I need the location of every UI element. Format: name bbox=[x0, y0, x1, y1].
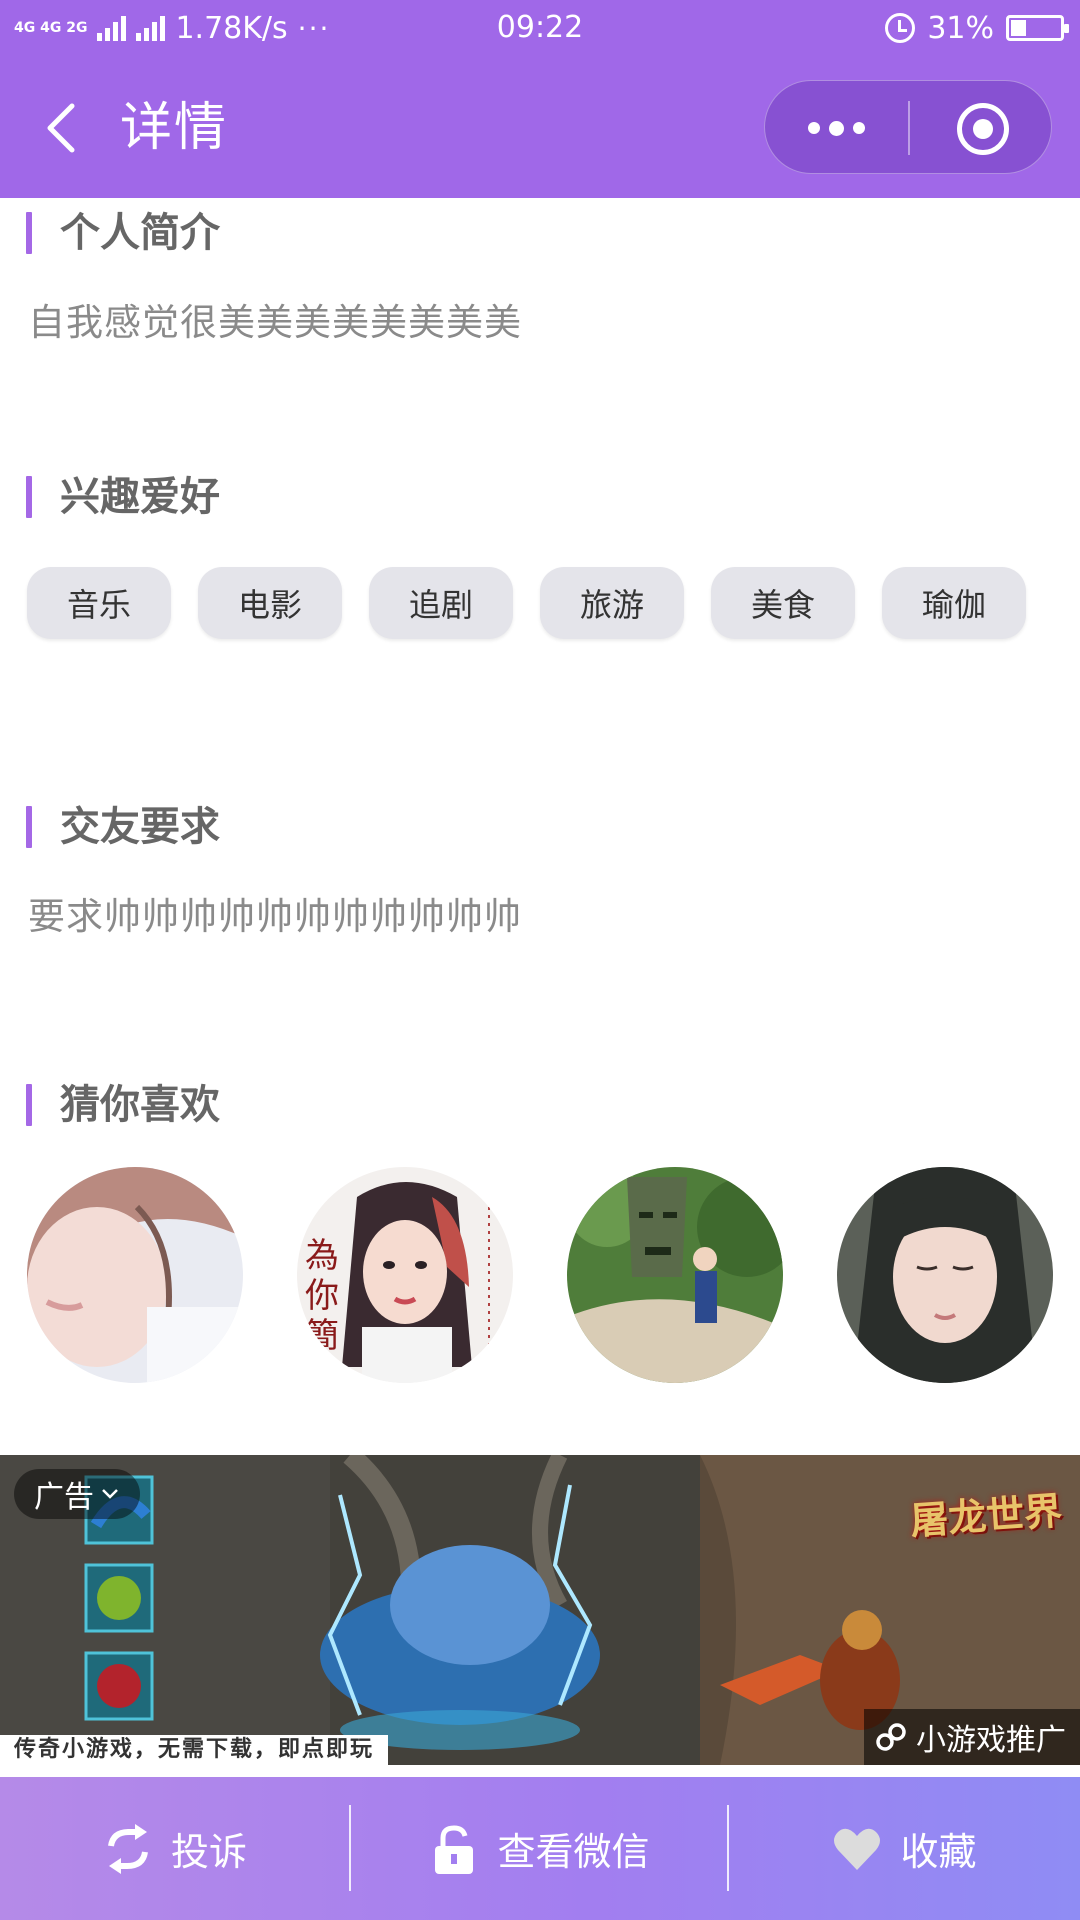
section-accent-bar bbox=[26, 806, 32, 848]
page-title: 详情 bbox=[120, 98, 229, 158]
svg-text:你: 你 bbox=[305, 1276, 339, 1316]
battery-percent: 31% bbox=[927, 10, 994, 46]
battery-level bbox=[1011, 20, 1026, 36]
ad-label[interactable]: 广告 bbox=[14, 1469, 140, 1519]
section-accent-bar bbox=[26, 212, 32, 254]
requirements-text: 要求帅帅帅帅帅帅帅帅帅帅帅 bbox=[28, 895, 522, 938]
view-wechat-label: 查看微信 bbox=[497, 1830, 650, 1874]
game-logo: 屠龙世界 bbox=[908, 1487, 1064, 1544]
hobby-tag: 美食 bbox=[711, 567, 855, 639]
chevron-down-icon bbox=[102, 1489, 118, 1499]
ad-banner[interactable]: 广告 屠龙世界 传奇小游戏，无需下载，即点即玩 小游戏推广 bbox=[0, 1455, 1080, 1765]
more-dots-icon[interactable] bbox=[765, 81, 908, 175]
capsule-divider bbox=[908, 101, 910, 155]
complain-button[interactable]: 投诉 bbox=[0, 1777, 350, 1920]
heart-icon bbox=[834, 1828, 881, 1870]
hobby-tag: 音乐 bbox=[27, 567, 171, 639]
recommend-title: 猜你喜欢 bbox=[60, 1082, 220, 1128]
avatar[interactable] bbox=[567, 1167, 783, 1383]
intro-text: 自我感觉很美美美美美美美美 bbox=[28, 301, 522, 344]
hobby-tag: 电影 bbox=[198, 567, 342, 639]
refresh-arrows-icon bbox=[108, 1823, 148, 1874]
view-wechat-button[interactable]: 查看微信 bbox=[351, 1777, 728, 1920]
nav-bar: 详情 bbox=[0, 58, 1080, 198]
hobby-tag: 追剧 bbox=[369, 567, 513, 639]
status-bar: 4G 4G 2G 1.78K/s ··· 09:22 31% bbox=[0, 0, 1080, 58]
bottom-action-bar: 投诉 查看微信 收藏 bbox=[0, 1777, 1080, 1920]
minigame-promo-text: 小游戏推广 bbox=[916, 1723, 1066, 1758]
unlock-icon bbox=[435, 1824, 474, 1874]
requirements-title: 交友要求 bbox=[60, 804, 220, 850]
recommend-section-header: 猜你喜欢 bbox=[26, 1082, 220, 1128]
battery-icon bbox=[1006, 15, 1069, 41]
section-accent-bar bbox=[26, 476, 32, 518]
hobby-tag: 旅游 bbox=[540, 567, 684, 639]
alarm-icon bbox=[885, 13, 916, 43]
avatar[interactable]: 為 你 簡 bbox=[297, 1167, 513, 1383]
requirements-section-header: 交友要求 bbox=[26, 804, 220, 850]
svg-text:為: 為 bbox=[305, 1236, 339, 1276]
ad-label-text: 广告 bbox=[34, 1480, 94, 1515]
ad-caption: 传奇小游戏，无需下载，即点即玩 bbox=[0, 1735, 389, 1765]
avatar[interactable] bbox=[837, 1167, 1053, 1383]
intro-section-header: 个人简介 bbox=[26, 210, 220, 256]
svg-text:簡: 簡 bbox=[305, 1316, 339, 1356]
system-status: 31% bbox=[885, 8, 1069, 48]
favorite-button[interactable]: 收藏 bbox=[729, 1777, 1080, 1920]
hobbies-title: 兴趣爱好 bbox=[60, 474, 220, 520]
complain-label: 投诉 bbox=[170, 1830, 247, 1874]
hobby-tag: 瑜伽 bbox=[882, 567, 1026, 639]
minigame-promo-label[interactable]: 小游戏推广 bbox=[864, 1709, 1080, 1765]
section-accent-bar bbox=[26, 1084, 32, 1126]
miniprogram-capsule bbox=[764, 80, 1052, 174]
avatar[interactable] bbox=[27, 1167, 243, 1383]
chevron-left-icon[interactable] bbox=[38, 100, 88, 156]
recommended-users: 為 你 簡 bbox=[27, 1167, 1053, 1383]
intro-title: 个人简介 bbox=[60, 210, 220, 256]
hobby-tags: 音乐 电影 追剧 旅游 美食 瑜伽 bbox=[27, 567, 1026, 639]
favorite-label: 收藏 bbox=[900, 1830, 977, 1874]
target-circle-icon[interactable] bbox=[957, 103, 1009, 155]
hobbies-section-header: 兴趣爱好 bbox=[26, 474, 220, 520]
minigame-link-icon bbox=[876, 1723, 906, 1751]
